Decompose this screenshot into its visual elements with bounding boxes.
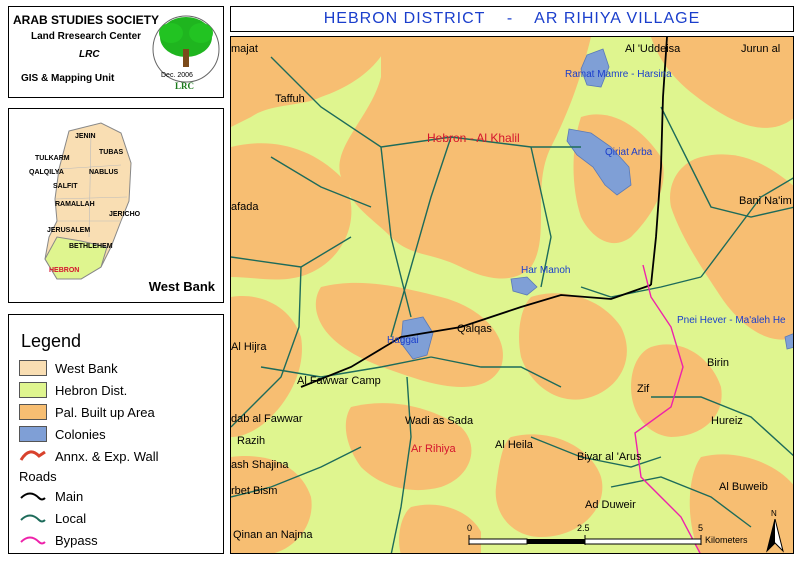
legend-label: West Bank <box>55 360 118 376</box>
scale-bar: 0 2.5 5 <box>467 523 703 549</box>
legend-title: Legend <box>21 331 82 351</box>
org-name: ARAB STUDIES SOCIETY <box>13 13 160 27</box>
roads-header: Roads <box>19 469 57 484</box>
place-label: Al 'Uddeisa <box>625 43 681 55</box>
legend-item: Bypass <box>19 531 98 549</box>
place-label: ash Shajina <box>231 459 289 471</box>
place-label: majat <box>231 43 258 55</box>
north-label: N <box>771 509 777 518</box>
place-label: Ad Duweir <box>585 499 636 511</box>
scale-unit: Kilometers <box>705 535 748 545</box>
wall-line-icon <box>19 450 46 461</box>
legend-item: Hebron Dist. <box>19 381 127 399</box>
place-label: Taffuh <box>275 93 305 105</box>
local-road-icon <box>20 514 46 523</box>
colony-label: Pnei Hever - Ma'aleh He <box>677 315 786 326</box>
place-label: Al Fawwar Camp <box>297 375 381 387</box>
west-bank-inset-map <box>44 122 132 280</box>
legend-label: Bypass <box>55 532 98 548</box>
place-label: Qalqas <box>457 323 492 335</box>
colonies-swatch <box>19 426 47 442</box>
inset-label: NABLUS <box>89 169 119 176</box>
logo-mark: LRC <box>175 81 194 91</box>
place-label: Wadi as Sada <box>405 415 474 427</box>
place-label-hebron: Hebron - Al Khalil <box>427 131 520 145</box>
main-map[interactable]: majat Al 'Uddeisa Jurun al Taffuh Hebron… <box>230 36 794 554</box>
legend-label: Colonies <box>55 426 106 442</box>
legend-item: West Bank <box>19 359 118 377</box>
inset-map-panel: JENIN TULKARM TUBAS QALQILYA NABLUS SALF… <box>8 108 224 303</box>
legend-item: Colonies <box>19 425 106 443</box>
place-label: afada <box>231 201 259 213</box>
built-up-areas <box>231 37 793 553</box>
center-name: Land Rresearch Center <box>31 31 142 42</box>
map-title: HEBRON DISTRICT - AR RIHIYA VILLAGE <box>323 10 701 27</box>
legend-item: Pal. Built up Area <box>19 403 155 421</box>
lrc-tree-logo-icon: Dec. 2006 LRC <box>152 15 220 91</box>
logo-date: Dec. 2006 <box>161 72 193 79</box>
place-label: Al Buweib <box>719 481 768 493</box>
inset-label: TUBAS <box>99 149 124 156</box>
legend-label: Pal. Built up Area <box>55 404 155 420</box>
colony-label: Ramat Mamre - Harsina <box>565 69 672 80</box>
legend-item: Main <box>19 487 83 505</box>
legend-label: Hebron Dist. <box>55 382 128 398</box>
scale-tick: 5 <box>698 523 704 533</box>
place-label: Jurun al <box>741 43 781 55</box>
inset-label: SALFIT <box>53 183 78 190</box>
legend-panel: Legend West Bank Hebron Dist. Pal. Built… <box>8 314 224 554</box>
lrc-text: LRC <box>79 49 100 60</box>
inset-label: QALQILYA <box>29 169 64 176</box>
legend-label: Local <box>55 510 87 526</box>
legend-item: Local <box>19 509 86 527</box>
place-label: Al Heila <box>495 439 533 451</box>
place-label: Birin <box>707 357 730 369</box>
hebron-district-swatch <box>19 382 47 398</box>
place-label: Razih <box>237 435 266 447</box>
west-bank-swatch <box>19 360 47 376</box>
place-label: Al Hijra <box>231 341 267 353</box>
built-up-swatch <box>19 404 47 420</box>
place-label: Zif <box>637 383 650 395</box>
legend-item: Annx. & Exp. Wall <box>19 447 159 465</box>
place-label: Hureiz <box>711 415 743 427</box>
legend-label: Annx. & Exp. Wall <box>55 448 159 464</box>
inset-label: JENIN <box>75 133 96 140</box>
inset-title: West Bank <box>148 279 215 294</box>
place-label: Qinan an Najma <box>233 529 313 541</box>
inset-label: JERICHO <box>109 211 141 218</box>
place-label: rbet Bism <box>231 485 278 497</box>
scale-tick: 0 <box>467 523 473 533</box>
inset-label-hebron: HEBRON <box>49 267 80 274</box>
scale-tick: 2.5 <box>577 523 590 533</box>
inset-label: BETHLEHEM <box>69 243 113 250</box>
place-label: Bani Na'im <box>739 195 792 207</box>
colony-label: Qiriat Arba <box>605 147 653 158</box>
title-panel: HEBRON DISTRICT - AR RIHIYA VILLAGE <box>230 6 794 32</box>
inset-label: TULKARM <box>35 155 70 162</box>
colony-label: Har Manoh <box>521 265 571 276</box>
unit-name: GIS & Mapping Unit <box>21 73 115 84</box>
inset-label: RAMALLAH <box>55 201 95 208</box>
organization-panel: ARAB STUDIES SOCIETY Land Rresearch Cent… <box>8 6 224 98</box>
inset-label: JERUSALEM <box>47 227 91 234</box>
place-label-ar-rihiya: Ar Rihiya <box>411 443 456 455</box>
place-label: dab al Fawwar <box>231 413 303 425</box>
main-road-icon <box>20 492 46 501</box>
map-canvas <box>231 37 793 553</box>
colony-label: Haggai <box>387 335 419 346</box>
legend-label: Main <box>55 488 84 504</box>
bypass-road-icon <box>20 536 46 545</box>
place-label: Biyar al 'Arus <box>577 451 642 463</box>
